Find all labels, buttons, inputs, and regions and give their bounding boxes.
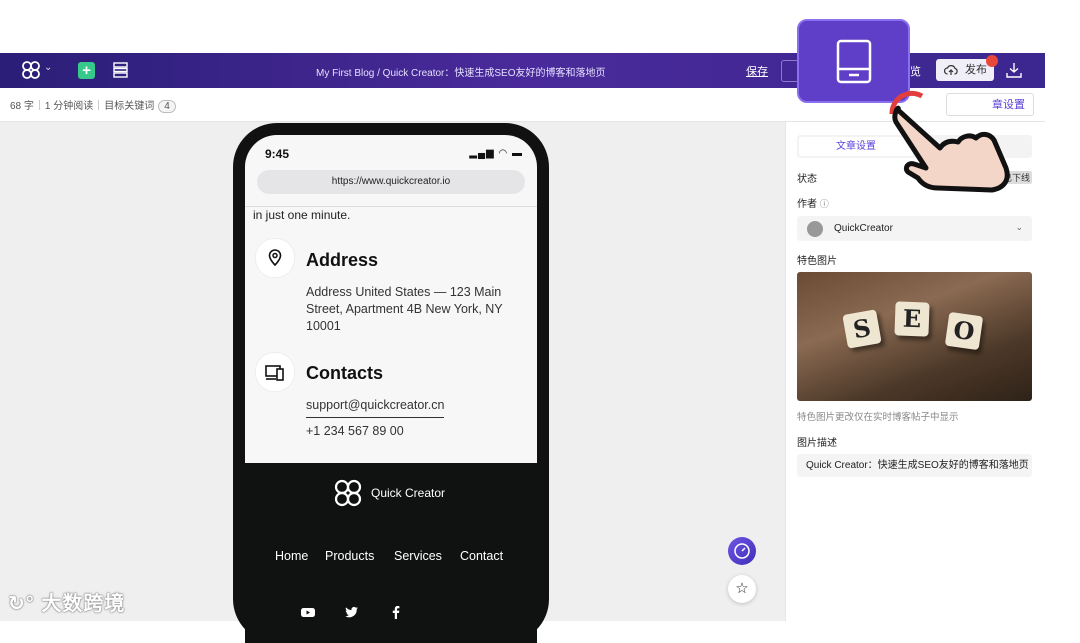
chevron-down-icon[interactable]: ⌄: [44, 62, 52, 73]
featured-image-hint: 特色图片更改仅在实时博客帖子中显示: [797, 412, 959, 423]
footer-nav-contact[interactable]: Contact: [460, 549, 503, 563]
devices-icon: [255, 352, 295, 392]
quickcreator-logo-icon[interactable]: [21, 60, 41, 80]
status-label: 状态: [797, 174, 817, 185]
word-count: 68 字: [10, 101, 34, 112]
watermark-logo-icon: ↻°: [8, 593, 35, 615]
author-select[interactable]: QuickCreator ⌄: [797, 216, 1032, 241]
read-time: 1 分钟阅读: [44, 101, 94, 112]
footer-nav-services[interactable]: Services: [394, 549, 442, 563]
notification-dot: [986, 55, 998, 67]
address-text: Address United States — 123 Main Street,…: [306, 285, 503, 333]
facebook-icon[interactable]: [389, 605, 403, 619]
address-heading: Address: [306, 250, 379, 270]
featured-image-label: 特色图片: [797, 256, 837, 267]
tile-e: E: [894, 301, 930, 337]
signal-wifi-battery-icon: ▂▄▆ ◠ ▬: [469, 148, 523, 159]
location-pin-icon: [255, 238, 295, 278]
contacts-heading: Contacts: [306, 363, 384, 383]
keywords-count-badge[interactable]: 4: [158, 100, 176, 113]
help-icon[interactable]: ⓘ: [820, 199, 829, 209]
chevron-down-icon: ⌄: [1015, 222, 1023, 232]
author-label: 作者 ⓘ: [797, 199, 829, 210]
seo-score-button[interactable]: [728, 537, 756, 565]
pages-list-icon[interactable]: [113, 62, 128, 78]
youtube-icon[interactable]: [301, 605, 315, 619]
gauge-icon: [734, 543, 750, 559]
download-icon[interactable]: [1005, 61, 1023, 79]
author-name: QuickCreator: [834, 223, 893, 234]
phone-time: 9:45: [265, 147, 290, 161]
new-page-button[interactable]: +: [78, 62, 95, 79]
avatar: [807, 221, 823, 237]
keywords-label[interactable]: 目标关键词: [104, 101, 154, 112]
publish-label: 发布: [965, 64, 987, 76]
pointing-hand-icon: [889, 90, 1010, 193]
intro-text: in just one minute.: [253, 208, 351, 222]
cloud-upload-icon: [944, 65, 958, 75]
mobile-preview-frame: 9:45 ▂▄▆ ◠ ▬ https://www.quickcreator.io…: [233, 123, 549, 643]
footer-nav-home[interactable]: Home: [275, 549, 308, 563]
tile-o: O: [944, 311, 984, 351]
divider: [245, 206, 537, 207]
phone-number[interactable]: +1 234 567 89 00: [306, 423, 404, 440]
breadcrumb: My First Blog / Quick Creator：快速生成SEO友好的…: [316, 68, 606, 79]
article-stats: 68 字 1 分钟阅读 目标关键词 4: [10, 97, 176, 113]
site-footer: Quick Creator Home Products Services Con…: [245, 463, 537, 643]
url-bar[interactable]: https://www.quickcreator.io: [257, 170, 525, 194]
footer-brand: Quick Creator: [371, 486, 446, 500]
image-description-label: 图片描述: [797, 438, 837, 449]
save-button[interactable]: 保存: [746, 63, 768, 79]
email-link[interactable]: support@quickcreator.cn: [306, 397, 445, 418]
image-description-input[interactable]: Quick Creator：快速生成SEO友好的博客和落地页: [797, 454, 1032, 477]
watermark: ↻° 大数跨境: [8, 593, 126, 615]
mobile-screen[interactable]: 9:45 ▂▄▆ ◠ ▬ https://www.quickcreator.io…: [245, 135, 537, 643]
preview-button[interactable]: 览: [910, 63, 921, 79]
tile-s: S: [842, 309, 882, 349]
star-icon[interactable]: ☆: [728, 575, 756, 603]
footer-nav-products[interactable]: Products: [325, 549, 374, 563]
twitter-icon[interactable]: [345, 605, 359, 619]
featured-image[interactable]: S E O: [797, 272, 1032, 401]
quickcreator-logo-icon: [334, 479, 362, 507]
